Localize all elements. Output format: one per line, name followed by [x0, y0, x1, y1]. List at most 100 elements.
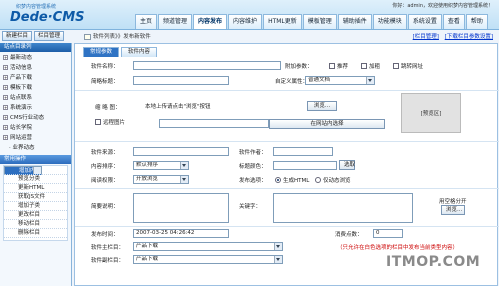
title-color-input[interactable]	[273, 161, 337, 170]
new-column-button[interactable]: 新建栏目	[2, 31, 33, 41]
thumb-preview: [预览区]	[401, 93, 461, 133]
thumb-browse-button[interactable]: 浏览...	[307, 101, 337, 111]
nav-tab-1[interactable]: 频道管理	[158, 14, 193, 29]
manage-column-button[interactable]: 栏目管理	[34, 31, 65, 41]
tree-item-label: 活动信息	[10, 65, 33, 71]
read-perm-select[interactable]: 开放浏览	[133, 175, 189, 184]
tree-item-label: 最新动态	[10, 55, 33, 61]
nav-tab-5[interactable]: 模板管理	[302, 14, 337, 29]
main-column-value: 产品下载	[136, 243, 159, 249]
dynamic-only-label: 仅动态浏览	[323, 178, 351, 184]
nav-tab-7[interactable]: 功能模块	[372, 14, 407, 29]
description-textarea[interactable]	[133, 193, 229, 223]
thumb-hint: 本地上传请点击"浏览"按钮	[145, 104, 211, 110]
top-header: 织梦内容管理系统 Dede·CMS 你好：admin，欢迎使用织梦内容管理系统！…	[0, 0, 499, 30]
expand-icon[interactable]: +	[3, 75, 8, 80]
bold-checkbox[interactable]	[361, 63, 367, 69]
author-input[interactable]	[273, 147, 333, 156]
nav-tab-6[interactable]: 辅助插件	[337, 14, 372, 29]
nav-tab-9[interactable]: 查看	[442, 14, 465, 29]
source-input[interactable]	[133, 147, 229, 156]
tree-item[interactable]: + 站点联系	[3, 93, 71, 103]
sidebar-op-item[interactable]: 移动栏目	[4, 220, 67, 229]
sort-select[interactable]: 默认排序	[133, 161, 189, 170]
nav-tab-3[interactable]: 内容维护	[228, 14, 263, 29]
sidebar-op-item[interactable]: 更新HTML	[4, 184, 67, 193]
tree-item-label: CMS行业动态	[10, 115, 45, 121]
nav-tab-4[interactable]: HTML更新	[263, 14, 302, 29]
watermark-text: ITMOP.COM	[386, 254, 481, 270]
read-perm-label: 阅读权限：	[91, 178, 119, 184]
download-settings-link[interactable]: [下载栏目参数设置]	[445, 34, 493, 40]
nav-tab-10[interactable]: 帮助	[465, 14, 488, 29]
sidebar-op-item[interactable]: 增加内容	[4, 166, 43, 175]
expand-icon[interactable]: +	[3, 115, 8, 120]
tab-content[interactable]: 软件内容	[121, 47, 158, 57]
expand-icon[interactable]: +	[3, 65, 8, 70]
breadcrumb: 软件列表》》发布新软件	[84, 32, 151, 40]
custom-attr-select[interactable]: 普通文档	[305, 76, 375, 85]
tree-item[interactable]: + 站长学院	[3, 123, 71, 133]
common-ops-list: 增加内容管理内容预览分类更新HTML获取JS文件增加子类更改栏目移动栏目删除栏目	[3, 165, 68, 241]
publish-time-input[interactable]: 2007-03-25 04:26:42	[133, 229, 229, 238]
greeting-text: 你好：admin，欢迎使用织梦内容管理系统！	[392, 3, 493, 9]
tree-item[interactable]: + 系统演示	[3, 103, 71, 113]
title-color-label: 标题颜色：	[239, 164, 267, 170]
chevron-down-icon	[276, 258, 280, 261]
main-panel: 常规参数 软件内容 软件名称： 附加参数： 推荐 加粗 跳转网址 简略标题： 自…	[74, 43, 499, 286]
custom-attr-value: 普通文档	[308, 77, 331, 83]
tree-item[interactable]: + 模板下载	[3, 83, 71, 93]
publish-label: 发布选项：	[239, 178, 267, 184]
jump-url-checkbox[interactable]	[393, 63, 399, 69]
right-links: [栏目管理] [下载栏目参数设置]	[409, 32, 493, 40]
column-manage-link[interactable]: [栏目管理]	[413, 34, 439, 40]
tree-item-industry-news[interactable]: · 业界动态	[3, 143, 71, 153]
main-column-select[interactable]: 产品下载	[133, 242, 283, 251]
tree-item[interactable]: + CMS行业动态	[3, 113, 71, 123]
nav-tab-8[interactable]: 系统设置	[407, 14, 442, 29]
expand-icon[interactable]: +	[3, 125, 8, 130]
column-tree: + 最新动态 + 活动信息 + 产品下载 + 模板下载 + 站点联系 + 系统演示 + CMS行业动态 + 站…	[0, 52, 71, 153]
brief-title-input[interactable]	[133, 76, 229, 85]
breadcrumb-text[interactable]: 软件列表》》发布新软件	[93, 34, 151, 40]
author-label: 软件作者：	[239, 150, 267, 156]
dynamic-only-radio[interactable]	[315, 177, 321, 183]
tree-item-label: 系统演示	[10, 105, 33, 111]
expand-icon[interactable]: +	[3, 85, 8, 90]
generate-html-radio[interactable]	[275, 177, 281, 183]
site-select-button[interactable]: 在网站内选择	[269, 119, 385, 129]
expand-icon[interactable]: +	[3, 55, 8, 60]
recommend-checkbox[interactable]	[329, 63, 335, 69]
remote-pic-label: 远程图片	[103, 120, 126, 126]
pick-color-button[interactable]: 选取	[339, 160, 355, 170]
tree-item[interactable]: + 网站运营	[3, 133, 71, 143]
sub-column-select[interactable]: 产品下载	[133, 255, 283, 264]
sidebar-op-item[interactable]: 增加子类	[4, 202, 67, 211]
sidebar-op-item[interactable]: 更改栏目	[4, 211, 67, 220]
nav-tab-2[interactable]: 内容发布	[193, 14, 228, 29]
tree-item[interactable]: + 活动信息	[3, 63, 71, 73]
tree-item[interactable]: + 最新动态	[3, 53, 71, 63]
keywords-textarea[interactable]	[273, 193, 413, 223]
thumb-path-input[interactable]	[159, 119, 269, 128]
sidebar-top-buttons: 新建栏目 栏目管理	[2, 31, 66, 41]
sidebar-op-item[interactable]: 预览分类	[4, 175, 67, 184]
sidebar-op-item[interactable]: 获取JS文件	[4, 193, 67, 202]
expand-icon[interactable]: +	[3, 105, 8, 110]
publish-time-label: 发布时间：	[91, 232, 119, 238]
tab-general[interactable]: 常规参数	[83, 47, 120, 57]
keywords-browse-button[interactable]: 浏览...	[441, 205, 465, 215]
software-name-input[interactable]	[133, 61, 281, 70]
points-input[interactable]: 0	[373, 229, 403, 238]
remote-pic-checkbox[interactable]	[95, 119, 101, 125]
sidebar: 站点目录列 + 最新动态 + 活动信息 + 产品下载 + 模板下载 + 站点联系 + 系统演示 + CMS…	[0, 43, 72, 286]
keywords-hint: 用空格分开	[439, 199, 467, 205]
nav-tab-0[interactable]: 主页	[135, 14, 158, 29]
expand-icon[interactable]: +	[3, 135, 8, 140]
sidebar-op-item[interactable]: 删除栏目	[4, 229, 67, 238]
tree-item[interactable]: + 产品下载	[3, 73, 71, 83]
divider	[75, 226, 499, 227]
source-label: 软件来源：	[91, 150, 119, 156]
expand-icon[interactable]: +	[3, 95, 8, 100]
custom-attr-label: 自定义属性：	[275, 79, 309, 85]
